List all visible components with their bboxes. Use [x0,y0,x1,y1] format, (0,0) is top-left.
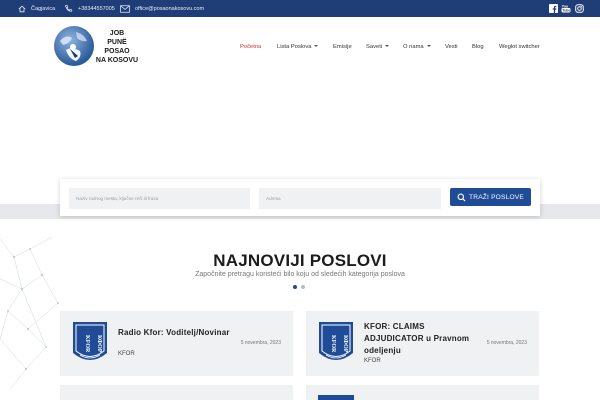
email-info[interactable]: office@posaonakosovu.com [120,0,204,17]
location-text: Čagjavica [31,5,56,12]
job-date: 5 novembra, 2023 [240,340,281,346]
svg-text:Tube: Tube [562,9,570,13]
nav-label: Emisije [333,44,352,50]
instagram-icon[interactable] [574,3,584,13]
nav-label: Blog [472,44,484,50]
address-input[interactable]: Adresa [259,188,441,209]
kfor-logo-icon: KFOR КФОР [73,322,107,360]
site-header: JOB PUNË POSAO NA KOSOVU Početna Lista P… [0,17,600,79]
kfor-logo-icon: KFOR КФОР [319,322,353,360]
carousel-dot-1[interactable] [293,285,297,289]
nav-item-emisije[interactable]: Emisije [333,44,352,50]
facebook-icon[interactable] [548,3,558,13]
search-jobs-button[interactable]: TRAŽI POSLOVE [450,188,531,206]
job-card-partial[interactable] [306,385,539,400]
chevron-down-icon [385,45,390,48]
job-title[interactable]: KFOR: CLAIMS ADJUDICATOR u Pravnom odelj… [364,321,478,357]
nav-item-lista-poslova[interactable]: Lista Poslova [277,44,319,50]
nav-label: Saveti [366,44,383,50]
youtube-icon[interactable]: You Tube [561,3,571,13]
svg-text:КФОР: КФОР [96,335,102,353]
social-links: You Tube [548,3,584,13]
job-search-form: Naziv radnog mesta, ključne reči ili fra… [60,179,540,216]
svg-text:КФОР: КФОР [342,335,348,353]
nav-item-pocetna[interactable]: Početna [240,44,261,50]
svg-text:KFOR: KFOR [84,335,90,353]
nav-item-blog[interactable]: Blog [472,44,484,50]
chevron-down-icon [314,45,319,48]
search-button-label: TRAŽI POSLOVE [469,193,524,201]
home-icon [18,5,26,12]
job-company: KFOR [118,351,135,357]
section-subtitle: Započnite pretragu koristeći bilo koju o… [195,271,405,278]
carousel-dots [293,285,305,289]
main-nav: Početna Lista Poslova Emisije Saveti O n… [0,44,600,54]
job-card[interactable]: KFOR КФОР Radio Kfor: Voditelj/Novinar K… [60,311,293,376]
nav-item-vesti[interactable]: Vesti [445,44,458,50]
search-icon [457,193,466,202]
nav-label: Vesti [445,44,458,50]
section-title: NAJNOVIJI POSLOVI [213,251,387,270]
network-background-graphic [0,236,59,390]
address-placeholder: Adresa [266,196,281,201]
envelope-icon [120,4,130,13]
logo-line-4: NA KOSOVU [95,57,139,64]
job-card[interactable]: KFOR КФОР KFOR: CLAIMS ADJUDICATOR u Pra… [306,311,539,376]
nav-label: Lista Poslova [277,44,312,50]
top-bar: Čagjavica +38344557005 office@posaonakos… [0,0,600,17]
nav-label: Weglot switcher [499,44,540,50]
keyword-placeholder: Naziv radnog mesta, ključne reči ili fra… [76,196,159,201]
phone-info[interactable]: +38344557005 [64,0,115,17]
phone-icon [65,4,73,12]
phone-text[interactable]: +38344557005 [78,6,115,12]
job-title[interactable]: Radio Kfor: Voditelj/Novinar [118,327,238,339]
carousel-dot-2[interactable] [301,285,305,289]
svg-text:KFOR: KFOR [330,335,336,353]
location-info: Čagjavica [18,0,55,17]
job-card-partial[interactable] [60,385,293,400]
nav-item-o-nama[interactable]: O nama [403,44,431,50]
keyword-input[interactable]: Naziv radnog mesta, ključne reči ili fra… [69,188,250,209]
chevron-down-icon [426,45,431,48]
un-logo-icon [318,395,354,400]
job-company: KFOR [364,358,381,364]
email-text[interactable]: office@posaonakosovu.com [135,6,204,12]
nav-label: Početna [240,44,262,50]
logo-line-1: JOB [109,30,125,37]
nav-item-saveti[interactable]: Saveti [366,44,390,50]
nav-label: O nama [403,44,424,50]
job-date: 5 novembra, 2023 [486,340,527,346]
nav-item-weglot-switcher[interactable]: Weglot switcher [499,44,540,50]
